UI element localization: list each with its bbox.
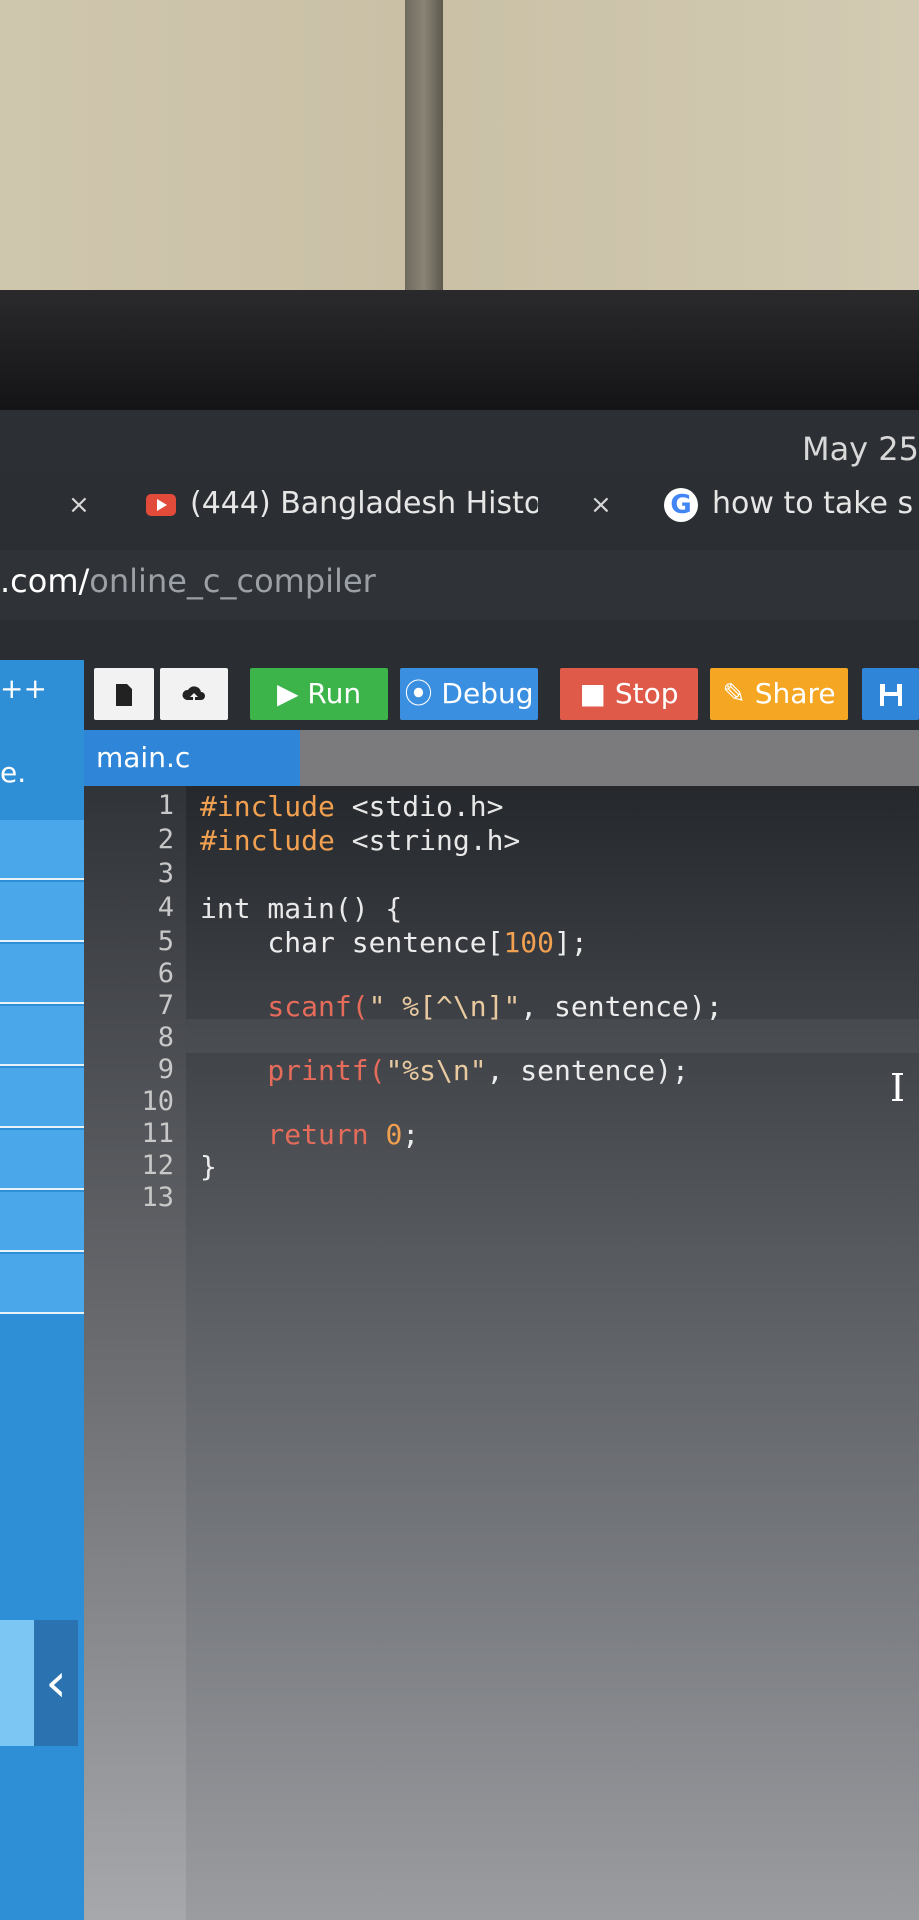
share-button[interactable]: ✎ Share [710,668,848,720]
run-button[interactable]: ▶ Run [250,668,388,720]
code-line: scanf(" %[^\n]", sentence); [200,990,723,1023]
code-line: #include <stdio.h> [200,790,504,823]
background-wall [0,0,919,292]
sidebar-item[interactable] [0,944,84,1004]
line-number: 9 [157,1054,174,1085]
upload-icon [182,686,205,703]
save-button[interactable] [862,668,919,720]
file-tab-bar: main.c [84,730,919,786]
tab-youtube[interactable]: (444) Bangladesh Histo [146,486,538,521]
system-top-bar: May 25 [0,410,919,470]
save-icon [879,684,902,706]
tab-title: (444) Bangladesh Histo [190,486,538,521]
screen: May 25 × (444) Bangladesh Histo × Ghow t… [0,410,919,1920]
monitor-bezel [0,290,919,410]
sidebar-item[interactable] [0,1192,84,1252]
line-number: 6 [157,958,174,989]
clock: May 25 [801,430,919,468]
line-number: 5 [157,926,174,957]
stop-button[interactable]: ■ Stop [560,668,698,720]
code-line: return 0; [200,1118,420,1151]
line-number: 4 [157,892,174,923]
sidebar-label: ++ [0,672,47,705]
active-line-highlight [186,1019,919,1053]
sidebar-item[interactable] [0,1006,84,1066]
line-number: 7 [157,990,174,1021]
code-editor[interactable]: 1 2 3 4 5 6 7 8 9 10 11 12 13 #include <… [84,786,919,1920]
editor-toolbar: ▶ Run ⦿ Debug ■ Stop ✎ Share [84,668,919,728]
line-gutter: 1 2 3 4 5 6 7 8 9 10 11 12 13 [84,786,186,1920]
address-bar[interactable]: .com/online_c_compiler [0,550,919,620]
tab-title: how to take s [712,486,914,521]
upload-button[interactable] [160,668,228,720]
line-number: 1 [157,790,174,821]
tab-close-icon[interactable]: × [68,490,90,520]
sidebar-label: e. [0,756,27,789]
sidebar-item[interactable] [0,882,84,942]
file-icon [116,684,132,706]
new-file-button[interactable] [94,668,154,720]
line-number: 12 [141,1150,174,1181]
code-line: } [200,1150,217,1183]
sidebar-item[interactable] [0,1254,84,1314]
tab-close-icon[interactable]: × [590,490,612,520]
background-crack [405,0,443,292]
sidebar-collapse-icon[interactable]: ‹ [34,1620,78,1746]
debug-button[interactable]: ⦿ Debug [400,668,538,720]
tab-google[interactable]: Ghow to take s [664,486,919,522]
tab-main-c[interactable]: main.c [84,730,300,786]
sidebar-item[interactable] [0,1068,84,1128]
code-line: #include <string.h> [200,824,521,857]
sidebar: ++ e. ‹ [0,660,84,1920]
google-icon: G [664,487,698,522]
code-line: char sentence[100]; [200,926,588,959]
line-number: 13 [141,1182,174,1213]
url-text: .com/online_c_compiler [0,562,376,600]
line-number: 11 [141,1118,174,1149]
youtube-icon [146,493,176,516]
sidebar-item[interactable] [0,1620,34,1746]
sidebar-item[interactable] [0,820,84,880]
line-number: 2 [157,824,174,855]
browser-tab-strip: × (444) Bangladesh Histo × Ghow to take … [0,470,919,550]
line-number: 3 [157,858,174,889]
code-line: int main() { [200,892,403,925]
sidebar-item[interactable] [0,1130,84,1190]
line-number: 8 [157,1022,174,1053]
code-line: printf("%s\n", sentence); [200,1054,689,1087]
text-cursor-icon: I [889,1066,905,1110]
line-number: 10 [141,1086,174,1117]
